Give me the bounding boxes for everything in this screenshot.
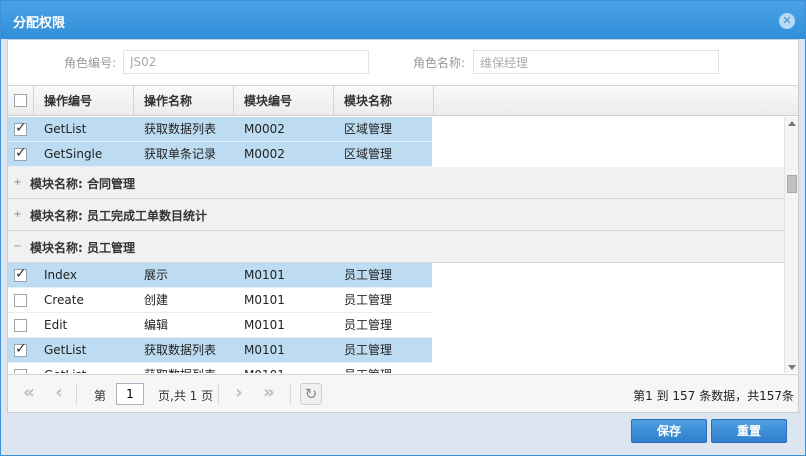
save-button[interactable]: 保存 [631, 419, 707, 443]
module-name: 员工管理 [344, 318, 393, 332]
operation-code: Edit [44, 318, 68, 332]
operation-code: GetSingle [44, 147, 103, 161]
group-label: 模块名称: 员工完成工单数目统计 [30, 209, 207, 223]
last-page-icon[interactable]: » [258, 383, 280, 405]
group-label: 模块名称: 员工管理 [30, 241, 135, 255]
module-code: M0101 [244, 293, 285, 307]
row-checkbox[interactable] [14, 369, 27, 373]
pager-separator [76, 383, 77, 405]
role-code-label: 角色编号: [64, 56, 117, 70]
pagination-bar: « ‹ 第 页,共 1 页 › » ↻ 第1 到 157 条数据，共157条 [8, 374, 798, 412]
refresh-icon[interactable]: ↻ [300, 383, 322, 405]
table-row[interactable]: Edit 编辑 M0101 员工管理 [8, 313, 432, 338]
header-checkbox-cell [8, 86, 34, 116]
row-checkbox[interactable] [14, 145, 27, 161]
module-name: 区域管理 [344, 147, 393, 161]
dialog-body: 角色编号: 角色名称: 操作编号 操作名称 模块编号 模块名称 GetList [7, 39, 799, 413]
dialog-title: 分配权限 [13, 16, 66, 31]
next-page-icon[interactable]: › [228, 383, 250, 405]
grid-header: 操作编号 操作名称 模块编号 模块名称 [8, 86, 798, 116]
row-checkbox[interactable] [14, 266, 27, 282]
header-operation-name[interactable]: 操作名称 [134, 86, 234, 116]
vertical-scrollbar[interactable] [784, 117, 798, 373]
page-prefix: 第 [94, 389, 107, 403]
collapse-icon[interactable]: − [13, 242, 22, 252]
group-header-employee[interactable]: − 模块名称: 员工管理 [8, 231, 784, 263]
assign-permissions-dialog: 分配权限 ✕ 角色编号: 角色名称: 操作编号 操作名称 模块编号 模块名称 [0, 0, 806, 456]
module-code: M0002 [244, 122, 285, 136]
dialog-titlebar[interactable]: 分配权限 ✕ [1, 1, 805, 39]
reset-button[interactable]: 重置 [711, 419, 787, 443]
module-code: M0101 [244, 318, 285, 332]
table-row[interactable]: GetSingle 获取单条记录 M0002 区域管理 [8, 142, 432, 167]
row-checkbox[interactable] [14, 341, 27, 357]
header-operation-code[interactable]: 操作编号 [34, 86, 134, 116]
grid-rows: GetList 获取数据列表 M0002 区域管理 GetSingle 获取单条… [8, 117, 784, 373]
operation-name: 获取单条记录 [144, 147, 217, 161]
operation-name: 创建 [144, 293, 169, 307]
close-icon[interactable]: ✕ [779, 13, 795, 29]
prev-page-icon[interactable]: ‹ [48, 383, 70, 405]
group-label: 模块名称: 合同管理 [30, 177, 135, 191]
table-row[interactable]: Create 创建 M0101 员工管理 [8, 288, 432, 313]
scroll-thumb[interactable] [787, 175, 797, 193]
module-code: M0101 [244, 343, 285, 357]
table-row[interactable]: Index 展示 M0101 员工管理 [8, 263, 432, 288]
header-module-code[interactable]: 模块编号 [234, 86, 334, 116]
table-row[interactable]: GetList 获取数据列表 M0101 员工管理 [8, 338, 432, 363]
expand-icon[interactable]: + [13, 210, 22, 220]
module-code: M0002 [244, 147, 285, 161]
role-name-label: 角色名称: [413, 56, 466, 70]
operation-code: Create [44, 293, 84, 307]
permissions-grid: 操作编号 操作名称 模块编号 模块名称 GetList 获取数据列表 M0002… [8, 85, 798, 373]
scroll-up-icon[interactable] [788, 121, 796, 126]
operation-code: Index [44, 268, 78, 282]
dialog-footer: 保存 重置 [1, 413, 805, 455]
module-name: 员工管理 [344, 363, 392, 373]
module-code: M0101 [244, 268, 285, 282]
page-suffix: 页,共 1 页 [158, 389, 214, 403]
page-info: 第1 到 157 条数据，共157条 [633, 389, 794, 403]
role-name-field[interactable] [473, 50, 719, 74]
module-name: 区域管理 [344, 122, 393, 136]
module-code: M0101 [244, 363, 285, 373]
table-row[interactable]: GetList 获取数据列表 M0002 区域管理 [8, 117, 432, 142]
expand-icon[interactable]: + [13, 178, 22, 188]
operation-name: 获取数据列表 [144, 363, 216, 373]
row-checkbox[interactable] [14, 120, 27, 136]
pager-separator [290, 383, 291, 405]
operation-name: 获取数据列表 [144, 122, 217, 136]
pager-separator [218, 383, 219, 405]
scroll-down-icon[interactable] [788, 365, 796, 370]
row-checkbox[interactable] [14, 319, 27, 332]
operation-code: GetList [44, 343, 87, 357]
group-header-workorder-stats[interactable]: + 模块名称: 员工完成工单数目统计 [8, 199, 784, 231]
row-checkbox[interactable] [14, 294, 27, 307]
operation-name: 展示 [144, 268, 169, 282]
module-name: 员工管理 [344, 343, 393, 357]
table-row[interactable]: GetList 获取数据列表 M0101 员工管理 [8, 363, 432, 373]
role-form: 角色编号: 角色名称: [8, 40, 798, 84]
first-page-icon[interactable]: « [18, 383, 40, 405]
operation-code: GetList [44, 122, 87, 136]
page-number-input[interactable] [116, 383, 144, 405]
role-code-field[interactable] [123, 50, 369, 74]
operation-code: GetList [44, 363, 86, 373]
operation-name: 获取数据列表 [144, 343, 217, 357]
operation-name: 编辑 [144, 318, 169, 332]
header-module-name[interactable]: 模块名称 [334, 86, 434, 116]
module-name: 员工管理 [344, 268, 393, 282]
module-name: 员工管理 [344, 293, 393, 307]
group-header-contract[interactable]: + 模块名称: 合同管理 [8, 167, 784, 199]
select-all-checkbox[interactable] [14, 94, 27, 107]
